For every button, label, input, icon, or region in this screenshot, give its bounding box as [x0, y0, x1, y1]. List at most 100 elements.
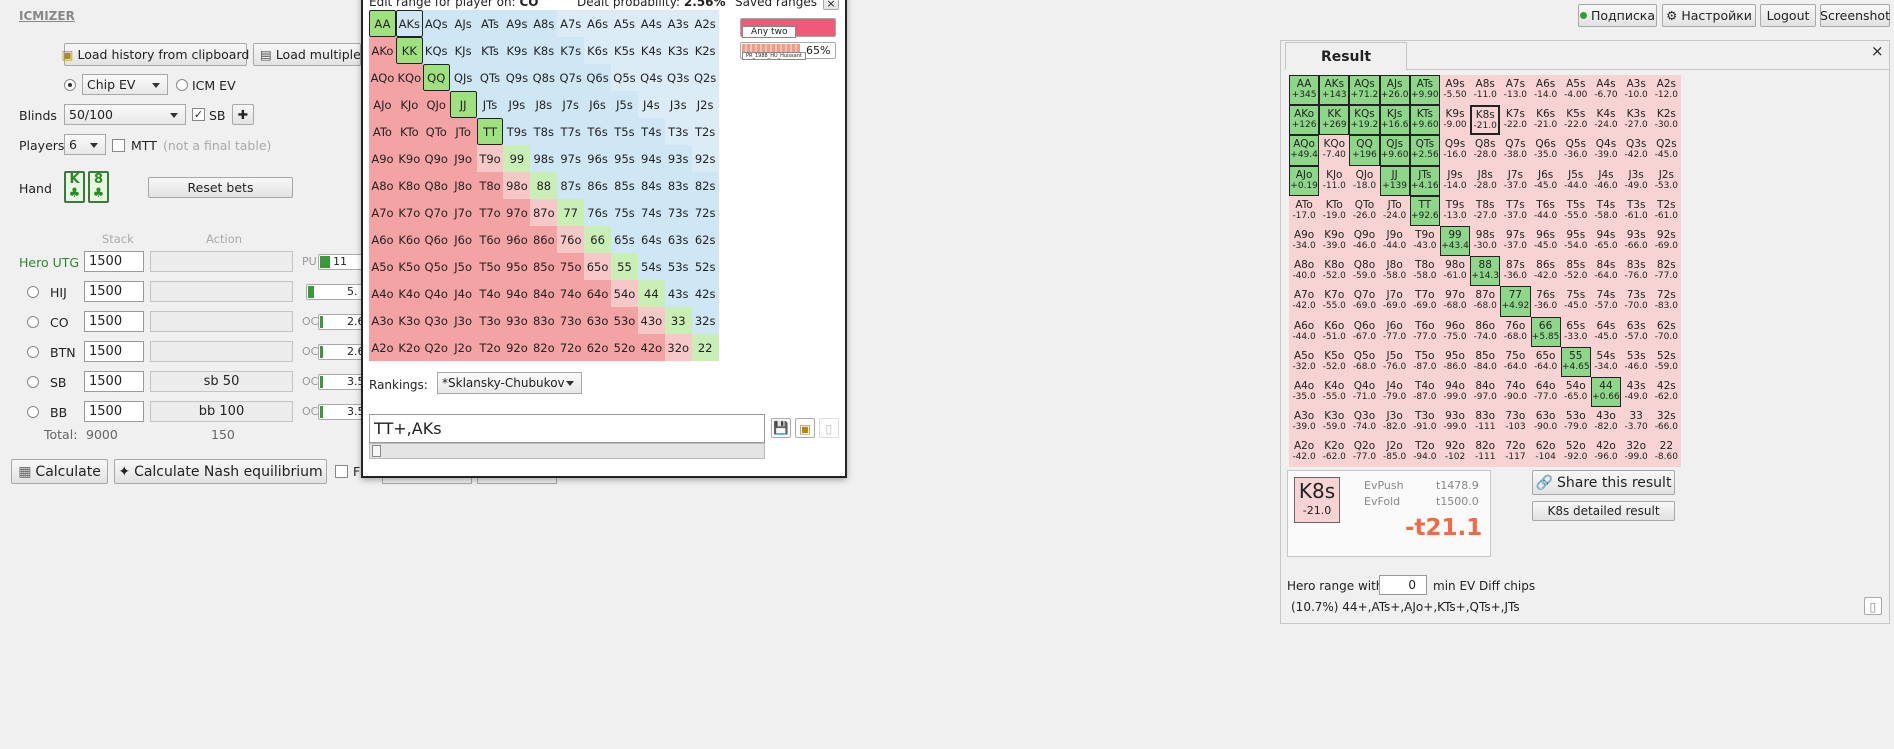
range-cell[interactable]: JTo: [449, 118, 477, 145]
result-cell[interactable]: 95o -86.0: [1439, 346, 1471, 377]
range-cell[interactable]: QTo: [422, 118, 450, 145]
result-cell[interactable]: T4s -58.0: [1590, 195, 1622, 226]
detailed-result-button[interactable]: K8s detailed result: [1532, 501, 1675, 521]
range-cell[interactable]: A7s: [557, 10, 585, 37]
range-cell[interactable]: Q4o: [422, 280, 450, 307]
result-cell[interactable]: A6o -44.0: [1289, 316, 1320, 347]
player-radio-btn[interactable]: [27, 346, 39, 358]
result-cell[interactable]: 96s -45.0: [1530, 225, 1561, 257]
range-cell[interactable]: 42s: [691, 280, 719, 307]
range-cell[interactable]: T8s: [530, 118, 558, 145]
range-cell[interactable]: 64s: [637, 226, 665, 253]
range-cell[interactable]: Q6s: [584, 64, 612, 91]
range-cell[interactable]: A4s: [637, 10, 665, 37]
result-cell[interactable]: A7s -13.0: [1500, 75, 1531, 106]
range-cell[interactable]: 83o: [530, 307, 558, 334]
result-cell[interactable]: ATo -17.0: [1289, 195, 1320, 226]
range-cell[interactable]: 83s: [664, 172, 692, 199]
range-cell[interactable]: A2s: [691, 10, 719, 37]
app-logo[interactable]: ICMIZER: [19, 9, 75, 23]
result-cell[interactable]: 54s -34.0: [1590, 346, 1622, 377]
result-cell[interactable]: K8o -52.0: [1319, 256, 1350, 287]
range-cell[interactable]: J5s: [611, 91, 638, 118]
range-cell[interactable]: 92s: [691, 145, 719, 172]
result-cell[interactable]: J3o -82.0: [1379, 407, 1410, 438]
range-text-input[interactable]: TT+,AKs: [369, 414, 765, 443]
range-cell[interactable]: J9s: [503, 91, 531, 118]
result-cell[interactable]: T3o -91.0: [1409, 407, 1440, 438]
range-cell[interactable]: K6s: [584, 37, 612, 64]
range-cell[interactable]: T5s: [611, 118, 638, 145]
action-field-sb[interactable]: sb 50: [150, 371, 293, 392]
result-cell[interactable]: 87s -36.0: [1500, 256, 1531, 287]
result-cell[interactable]: J7s -37.0: [1500, 165, 1531, 196]
result-cell[interactable]: 65o -64.0: [1530, 346, 1561, 377]
mtt-checkbox[interactable]: [112, 139, 125, 152]
range-cell[interactable]: 74o: [557, 280, 585, 307]
share-result-button[interactable]: 🔗 Share this result: [1532, 470, 1675, 495]
range-cell[interactable]: T6o: [476, 226, 504, 253]
result-cell[interactable]: 92s -69.0: [1651, 225, 1682, 257]
range-cell[interactable]: 95s: [611, 145, 638, 172]
result-cell[interactable]: T5o -87.0: [1409, 346, 1440, 377]
result-cell[interactable]: Q4s -39.0: [1590, 135, 1622, 166]
result-cell[interactable]: J5o -76.0: [1379, 346, 1410, 377]
stack-input-bb[interactable]: 1500: [84, 401, 144, 422]
result-cell[interactable]: 76s -36.0: [1530, 286, 1561, 317]
range-cell[interactable]: 53s: [664, 253, 692, 280]
range-cell[interactable]: 52o: [611, 334, 638, 361]
range-cell[interactable]: ATs: [476, 10, 504, 37]
range-cell[interactable]: T2s: [691, 118, 719, 145]
range-cell[interactable]: 92o: [503, 334, 531, 361]
range-cell[interactable]: 93s: [664, 145, 692, 172]
result-cell[interactable]: 43s -49.0: [1621, 376, 1652, 408]
result-cell[interactable]: 54o -65.0: [1560, 376, 1591, 408]
range-cell[interactable]: Q4s: [637, 64, 665, 91]
range-cell[interactable]: 32s: [691, 307, 719, 334]
range-cell[interactable]: A3s: [664, 10, 692, 37]
action-field-hij[interactable]: [150, 281, 293, 302]
result-cell[interactable]: 98s -30.0: [1470, 225, 1501, 257]
result-cell[interactable]: J2o -85.0: [1379, 437, 1410, 468]
range-cell[interactable]: 75o: [557, 253, 585, 280]
result-cell[interactable]: QQ +196: [1349, 135, 1380, 166]
range-cell[interactable]: 53o: [611, 307, 638, 334]
result-cell[interactable]: 33 -3.70: [1621, 407, 1652, 438]
range-cell[interactable]: A4o: [369, 280, 396, 307]
result-cell[interactable]: J8o -58.0: [1379, 256, 1410, 287]
load-range-button[interactable]: ▣: [795, 418, 815, 438]
result-cell[interactable]: 95s -54.0: [1560, 225, 1591, 257]
range-cell[interactable]: 63s: [664, 226, 692, 253]
result-cell[interactable]: 74o -90.0: [1500, 376, 1531, 408]
range-cell[interactable]: 94o: [503, 280, 531, 307]
result-cell[interactable]: 72s -83.0: [1651, 286, 1682, 317]
result-cell[interactable]: 98o -61.0: [1439, 256, 1471, 287]
copy-hero-range-button[interactable]: ▯: [1864, 597, 1882, 615]
range-pill-co[interactable]: 2.6: [318, 314, 363, 330]
result-cell[interactable]: JTo -24.0: [1379, 195, 1410, 226]
range-cell[interactable]: 98o: [503, 172, 531, 199]
result-cell[interactable]: J7o -69.0: [1379, 286, 1410, 317]
range-cell[interactable]: 65o: [584, 253, 612, 280]
range-cell[interactable]: K9s: [503, 37, 531, 64]
result-cell[interactable]: 75s -45.0: [1560, 286, 1591, 317]
range-cell[interactable]: K3o: [395, 307, 423, 334]
result-cell[interactable]: 86o -74.0: [1470, 316, 1501, 347]
range-cell[interactable]: 72s: [691, 199, 719, 226]
result-cell[interactable]: Q3s -42.0: [1621, 135, 1652, 166]
result-cell[interactable]: 22 -8.60: [1651, 437, 1682, 468]
range-cell[interactable]: 82o: [530, 334, 558, 361]
range-pill-btn[interactable]: 2.6: [318, 344, 363, 360]
result-cell[interactable]: T9s -13.0: [1439, 195, 1471, 226]
range-cell[interactable]: T3o: [476, 307, 504, 334]
range-cell[interactable]: 66: [584, 226, 612, 253]
result-cell[interactable]: 85s -52.0: [1560, 256, 1591, 287]
range-cell[interactable]: J4o: [449, 280, 477, 307]
result-cell[interactable]: Q6s -35.0: [1530, 135, 1561, 166]
load-history-button[interactable]: ▣ Load history from clipboard: [62, 43, 249, 66]
result-cell[interactable]: KTs +9.60: [1409, 105, 1440, 136]
range-cell[interactable]: AA: [369, 10, 396, 37]
range-cell[interactable]: AJs: [449, 10, 477, 37]
result-cell[interactable]: 84o -97.0: [1470, 376, 1501, 408]
range-cell[interactable]: K7s: [557, 37, 585, 64]
